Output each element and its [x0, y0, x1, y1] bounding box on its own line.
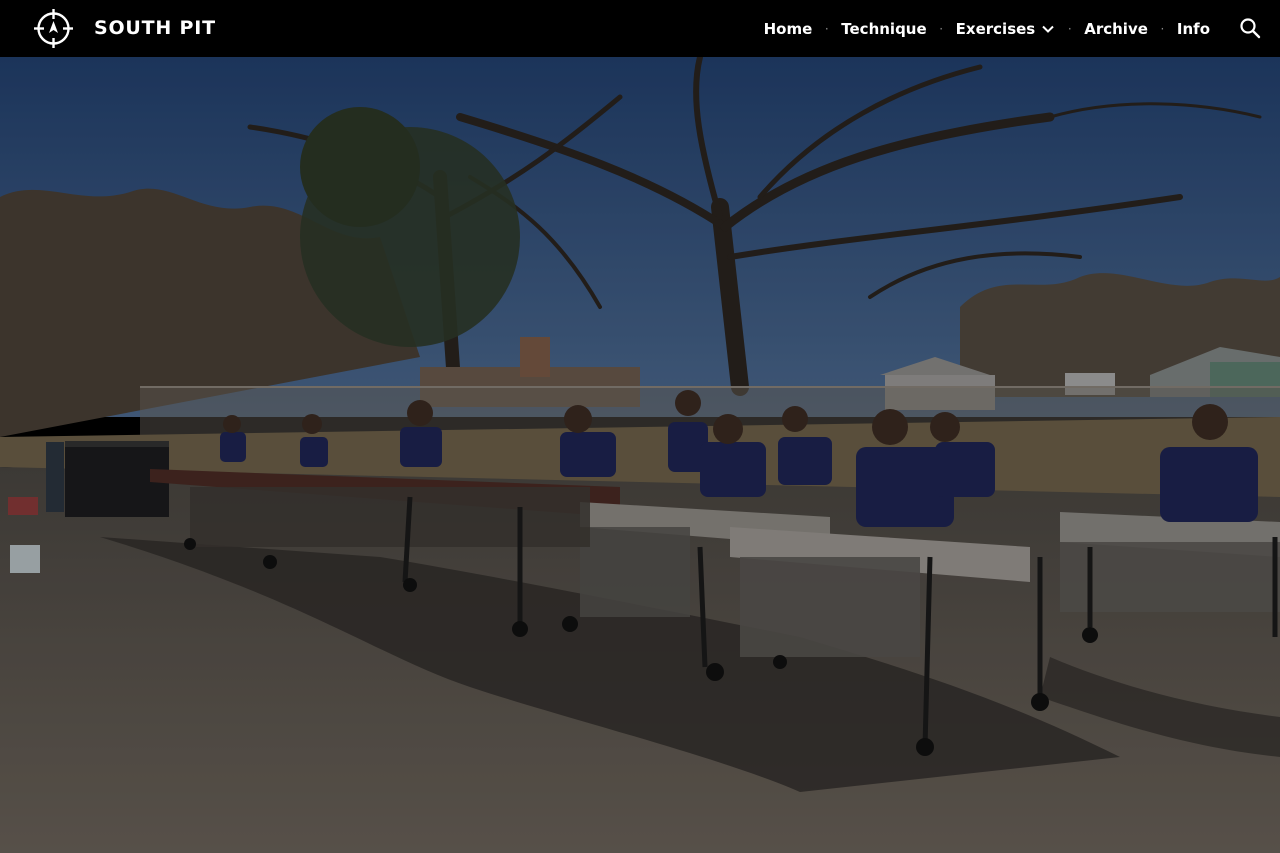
nav-separator: ·: [1067, 21, 1072, 36]
chevron-down-icon: [1042, 25, 1054, 33]
nav-separator: ·: [1160, 21, 1165, 36]
nav-info[interactable]: Info: [1177, 19, 1210, 39]
search-icon[interactable]: [1238, 16, 1262, 40]
site-header: SOUTH PIT Home · Technique · Exercises ·…: [0, 0, 1280, 57]
nav-technique[interactable]: Technique: [841, 19, 926, 39]
compass-crosshair-icon[interactable]: [31, 8, 76, 49]
nav-separator: ·: [824, 21, 829, 36]
site-title[interactable]: SOUTH PIT: [94, 16, 216, 40]
main-nav: Home · Technique · Exercises · Archive ·…: [764, 0, 1210, 57]
nav-home[interactable]: Home: [764, 19, 813, 39]
dim-overlay: [0, 57, 1280, 853]
nav-archive[interactable]: Archive: [1084, 19, 1148, 39]
nav-separator: ·: [939, 21, 944, 36]
hero-photo: [0, 57, 1280, 853]
nav-exercises[interactable]: Exercises: [956, 19, 1056, 39]
nav-exercises-label: Exercises: [955, 19, 1036, 38]
hero-image: [0, 57, 1280, 853]
